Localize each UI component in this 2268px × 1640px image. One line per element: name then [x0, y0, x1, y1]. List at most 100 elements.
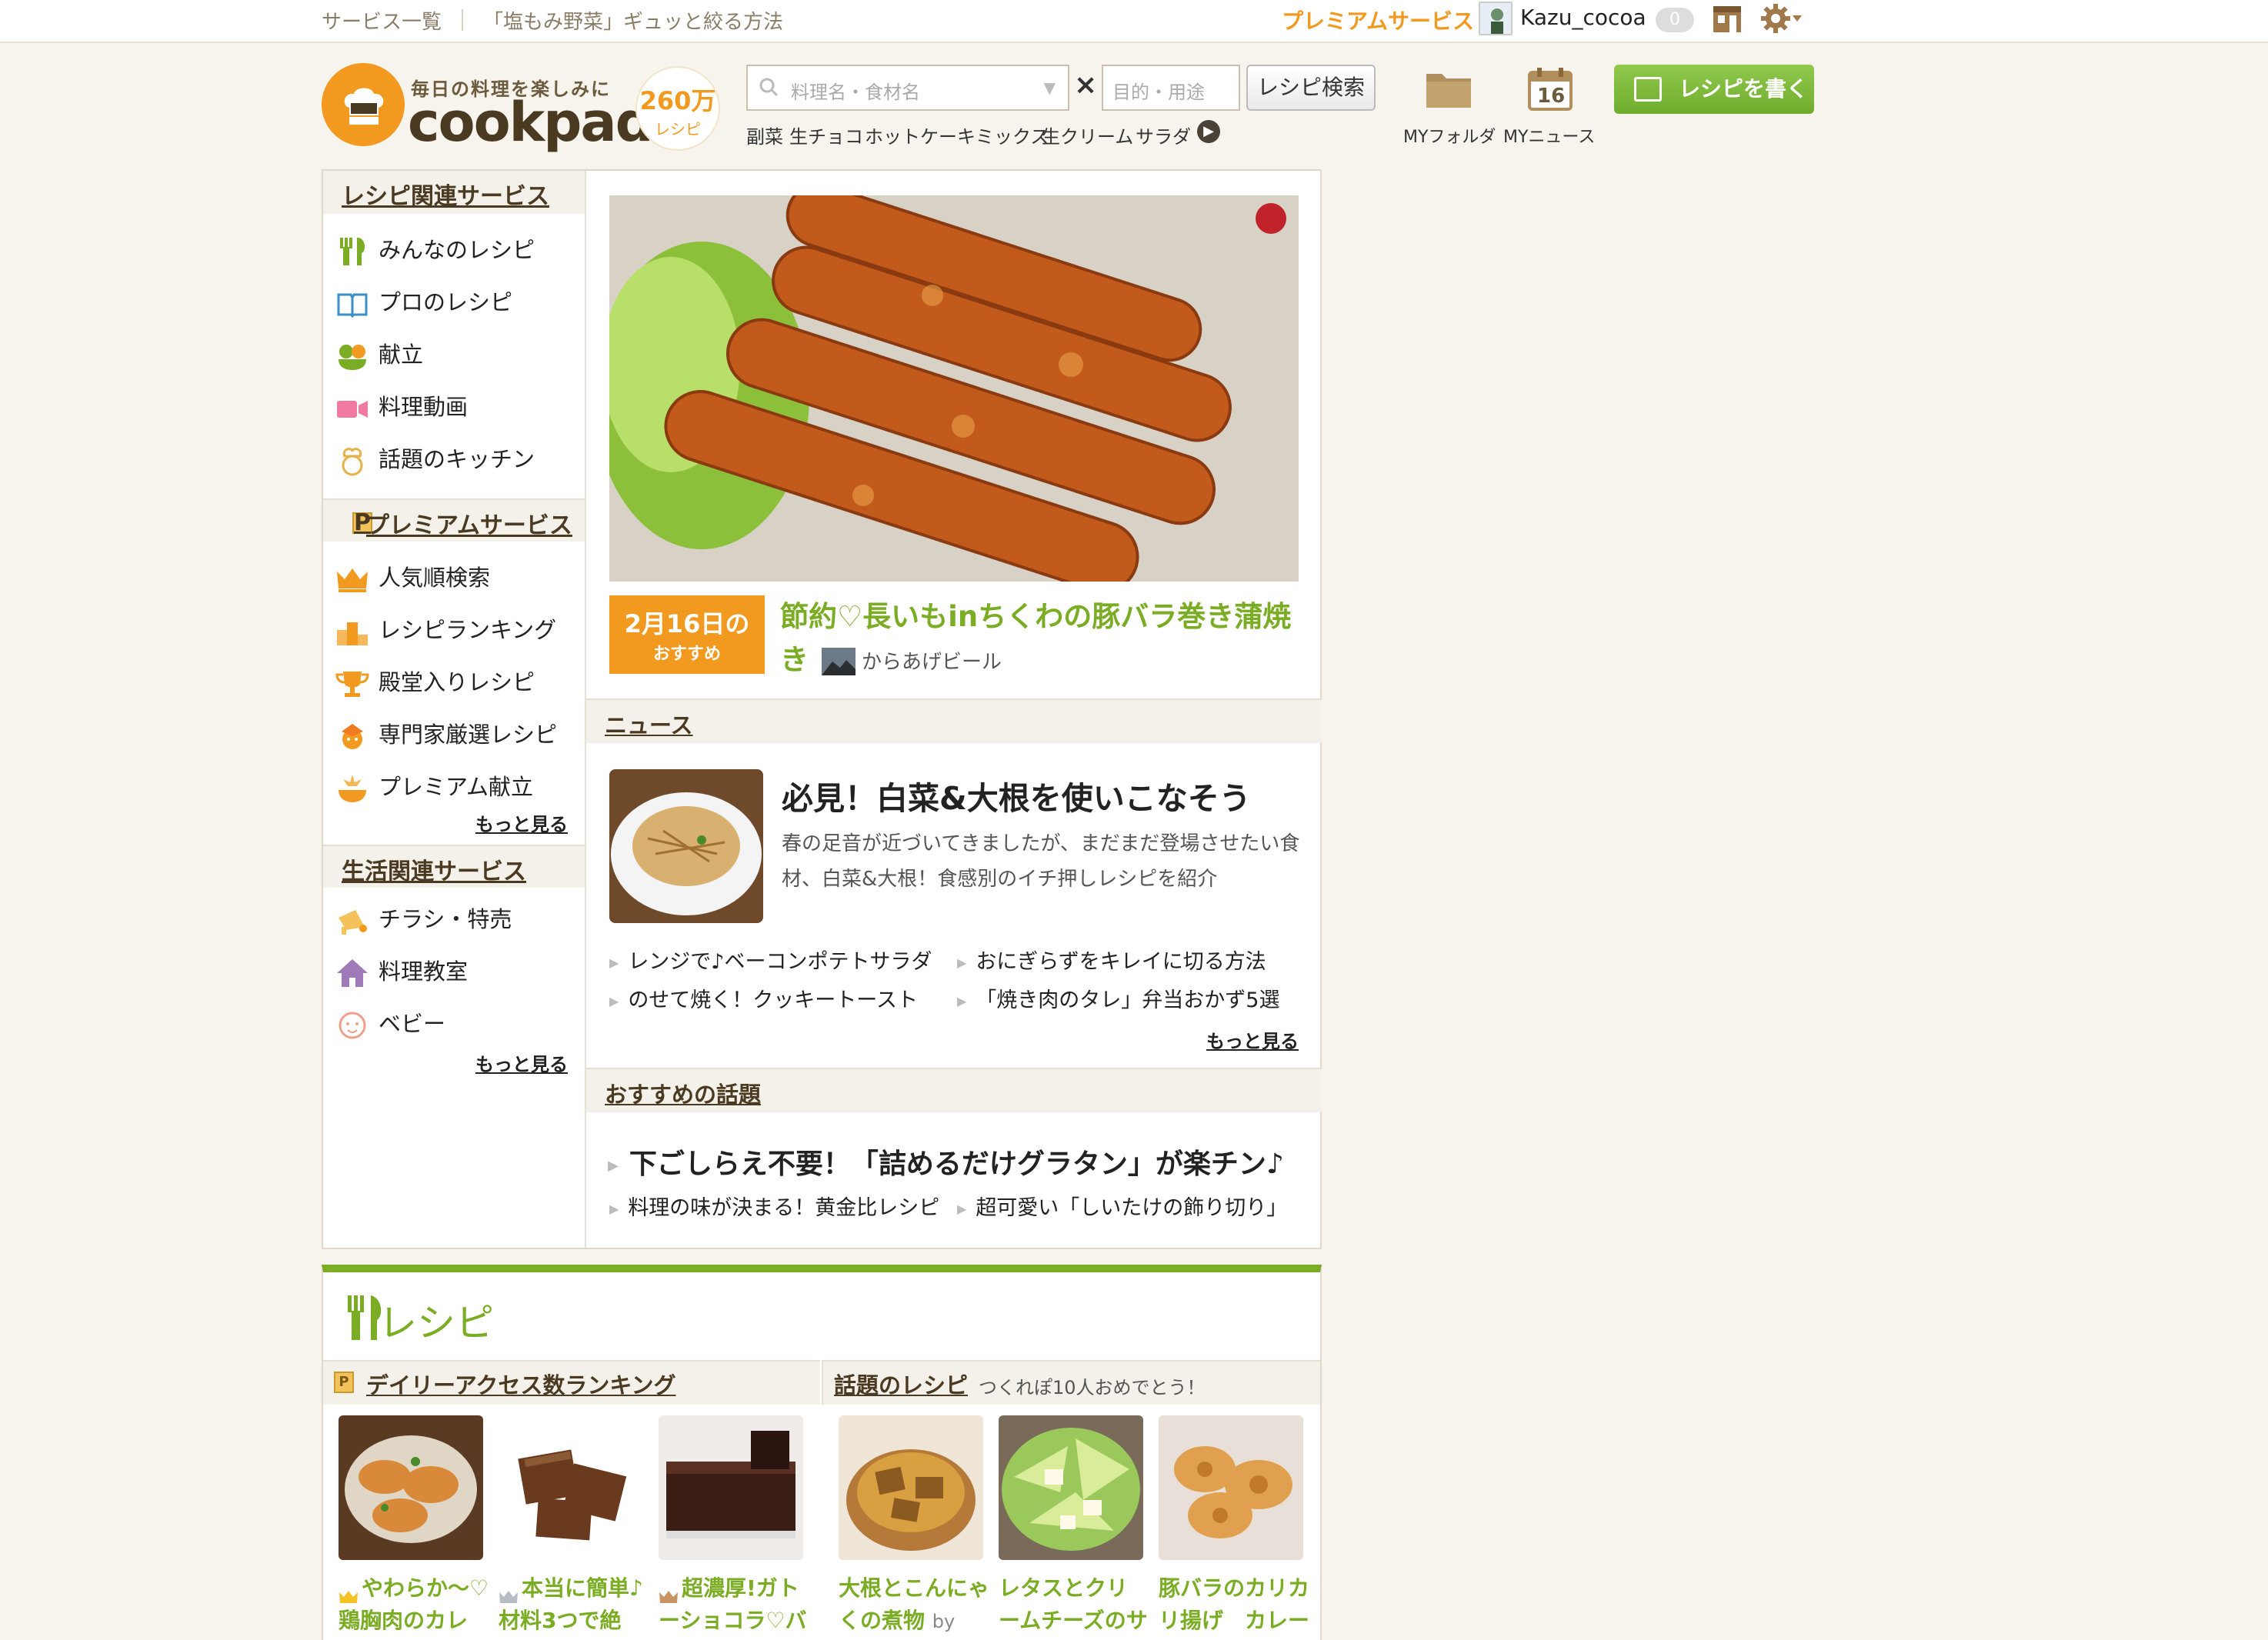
news-image[interactable]	[609, 769, 763, 923]
popular-caption-item[interactable]: レタスとクリームチーズのサラ	[999, 1572, 1149, 1640]
topics-heading[interactable]: おすすめの話題	[605, 1077, 761, 1109]
recipe-count-unit: レシピ	[655, 120, 701, 138]
news-link[interactable]: のせて焼く！クッキートースト	[609, 983, 918, 1013]
my-news-label[interactable]: MYニュース	[1503, 123, 1595, 148]
popular-caption-item[interactable]: 豚バラのカリカリ揚げ カレー	[1159, 1572, 1309, 1637]
crown-icon	[339, 1582, 359, 1603]
ranking-thumb[interactable]	[659, 1415, 803, 1560]
purpose-input[interactable]: 目的・用途	[1102, 65, 1240, 111]
ranking-caption[interactable]: やわらか〜♡鶏胸肉のカレ	[339, 1572, 489, 1637]
author-avatar[interactable]	[822, 648, 856, 675]
popular-heading[interactable]: 話題のレシピ	[834, 1368, 968, 1400]
username[interactable]: Kazu_cocoa	[1520, 5, 1646, 30]
sidebar-item-expert-recipes[interactable]: 専門家厳選レシピ	[335, 717, 557, 752]
sidebar-item-pro-recipes[interactable]: プロのレシピ	[335, 285, 512, 319]
keyword-link[interactable]: 生チョコ	[789, 122, 863, 148]
topic-link[interactable]: 超可愛い「しいたけの飾り切り」	[957, 1191, 1287, 1221]
ranking-caption[interactable]: 本当に簡単♪材料3つで絶	[499, 1572, 649, 1637]
author-name[interactable]: からあげビール	[862, 646, 1002, 675]
crown-icon	[659, 1582, 679, 1603]
logo-wordmark[interactable]: cookpad	[408, 91, 654, 154]
clear-button[interactable]: ×	[1074, 69, 1097, 101]
topic-main-link[interactable]: 下ごしらえ不要！「詰めるだけグラタン」が楽チン♪	[608, 1142, 1284, 1182]
popular-thumb[interactable]	[1159, 1415, 1303, 1560]
gear-icon[interactable]	[1759, 2, 1805, 35]
sidebar-item-label: プレミアム献立	[379, 774, 533, 800]
notification-badge[interactable]: 0	[1656, 8, 1694, 32]
recipe-count: 260万	[639, 86, 716, 115]
purpose-placeholder: 目的・用途	[1112, 82, 1205, 103]
sidebar-item-label: 人気順検索	[379, 565, 491, 591]
chef-face-icon	[335, 445, 369, 476]
my-folder-label[interactable]: MYフォルダ	[1403, 123, 1496, 148]
keyword-link[interactable]: 生クリーム	[1042, 122, 1133, 148]
news-heading[interactable]: ニュース	[605, 708, 693, 740]
pencil-icon	[1634, 77, 1662, 102]
premium-services-heading[interactable]: プレミアムサービス	[366, 506, 572, 540]
ranking-caption[interactable]: 超濃厚!ガトーショコラ♡バ	[659, 1572, 809, 1637]
calendar-icon[interactable]: 16	[1526, 66, 1574, 111]
sidebar-item-premium-menu[interactable]: プレミアム献立	[335, 769, 533, 804]
news-link[interactable]: レンジで♪ベーコンポテトサラダ	[609, 945, 932, 975]
sidebar-item-label: 専門家厳選レシピ	[379, 722, 558, 748]
ranking-heading[interactable]: デイリーアクセス数ランキング	[366, 1368, 676, 1400]
sidebar-item-label: みんなのレシピ	[379, 237, 535, 263]
sidebar-item-everyone-recipes[interactable]: みんなのレシピ	[335, 232, 535, 267]
write-recipe-button[interactable]: レシピを書く	[1614, 65, 1814, 114]
sidebar-item-baby[interactable]: ベビー	[335, 1006, 445, 1041]
news-link[interactable]: 「焼き肉のタレ」弁当おかず5選	[957, 983, 1279, 1013]
sidebar-item-cooking-class[interactable]: 料理教室	[335, 954, 468, 988]
services-list-link[interactable]: サービス一覧	[322, 6, 442, 35]
more-link[interactable]: もっと見る	[1206, 1026, 1299, 1053]
keyword-link[interactable]: 副菜	[746, 122, 783, 148]
popular-caption-item[interactable]: 大根とこんにゃくの煮物 by	[839, 1572, 989, 1638]
sidebar-item-popular-search[interactable]: 人気順検索	[335, 560, 490, 595]
chevron-right-icon[interactable]: ▶	[1197, 120, 1220, 143]
more-link[interactable]: もっと見る	[475, 1049, 568, 1076]
ranking-thumb[interactable]	[339, 1415, 483, 1560]
news-link[interactable]: おにぎらずをキレイに切る方法	[957, 945, 1266, 975]
popular-caption: つくれぽ10人おめでとう！	[979, 1377, 1206, 1398]
popular-title: 大根とこんにゃくの煮物	[839, 1575, 990, 1633]
keyword-link[interactable]: ホットケーキミックス	[865, 122, 1049, 148]
featured-recipe-title[interactable]: 節約♡長いもinちくわの豚バラ巻き蒲焼き	[780, 595, 1303, 682]
ranking-thumb[interactable]	[499, 1415, 643, 1560]
sidebar-item-label: 殿堂入りレシピ	[379, 669, 535, 695]
popular-thumb[interactable]	[999, 1415, 1143, 1560]
expert-icon	[335, 721, 369, 752]
avatar[interactable]	[1479, 2, 1513, 35]
sidebar-item-flyers[interactable]: チラシ・特売	[335, 902, 512, 936]
recipe-search-button[interactable]: レシピ検索	[1246, 65, 1376, 111]
life-services-heading[interactable]: 生活関連サービス	[342, 852, 526, 886]
topic-link[interactable]: 料理の味が決まる！黄金比レシピ	[609, 1191, 939, 1221]
sidebar-item-menu[interactable]: 献立	[335, 337, 423, 372]
kitchen-icon[interactable]	[1711, 3, 1743, 35]
date-label: 2月16日の	[624, 609, 750, 638]
tip-link[interactable]: 「塩もみ野菜」ギュッと絞る方法	[483, 6, 783, 35]
keyword-link[interactable]: サラダ	[1136, 122, 1191, 148]
chevron-down-icon[interactable]: ▼	[1044, 78, 1056, 97]
ranking-title: 本当に簡単♪材料3つで絶	[499, 1575, 643, 1633]
video-camera-icon	[335, 393, 369, 424]
sidebar-item-video[interactable]: 料理動画	[335, 389, 468, 424]
featured-recipe-image[interactable]	[609, 195, 1299, 582]
sidebar-item-label: 料理教室	[379, 958, 469, 985]
news-title[interactable]: 必見！白菜&大根を使いこなそう	[782, 772, 1251, 818]
date-badge: 2月16日の おすすめ	[609, 595, 765, 674]
recipe-services-heading[interactable]: レシピ関連サービス	[342, 177, 549, 211]
more-link[interactable]: もっと見る	[475, 809, 568, 836]
popular-header: 話題のレシピ つくれぽ10人おめでとう！	[822, 1360, 1320, 1405]
bowl-icon	[335, 341, 369, 372]
folder-icon[interactable]	[1425, 66, 1473, 111]
baby-icon	[335, 1010, 369, 1041]
sidebar-item-hall-of-fame[interactable]: 殿堂入りレシピ	[335, 665, 535, 699]
sidebar-item-trending-kitchen[interactable]: 話題のキッチン	[335, 442, 535, 476]
premium-service-link[interactable]: プレミアムサービス	[1282, 5, 1474, 35]
top-bar: サービス一覧 「塩もみ野菜」ギュッと絞る方法 プレミアムサービス Kazu_co…	[0, 0, 2268, 43]
search-input[interactable]: 料理名・食材名 ▼	[746, 65, 1069, 111]
news-description: 春の足音が近づいてきましたが、まだまだ登場させたい食材、白菜&大根！食感別のイチ…	[782, 832, 1300, 891]
ranking-header: P デイリーアクセス数ランキング	[323, 1360, 820, 1405]
popular-thumb[interactable]	[839, 1415, 983, 1560]
topics-section-header: おすすめの話題	[586, 1068, 1322, 1112]
sidebar-item-ranking[interactable]: レシピランキング	[335, 612, 556, 647]
